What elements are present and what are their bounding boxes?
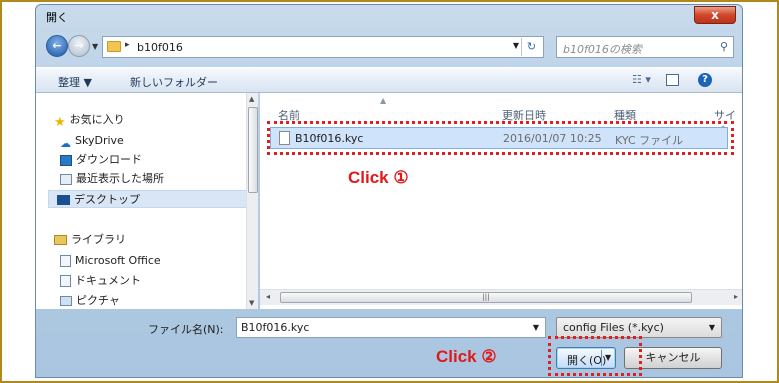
close-button[interactable]: x — [694, 6, 736, 24]
sidebar-item-label: ドキュメント — [75, 274, 141, 287]
sidebar-item-label: 最近表示した場所 — [76, 172, 164, 185]
file-type-value: config Files (*.kyc) — [563, 321, 664, 334]
navigation-pane: ★ お気に入り ☁ SkyDrive ダウンロード 最近表示した場所 デスクトップ … — [36, 93, 258, 309]
search-input[interactable]: b10f016の検索 ⚲ — [556, 36, 734, 58]
scroll-left-icon[interactable]: ◂ — [266, 292, 270, 301]
window-title: 開く — [46, 11, 68, 24]
documents-icon — [60, 275, 71, 287]
horizontal-scrollbar[interactable]: ◂ ||| ▸ — [260, 289, 742, 305]
address-dropdown-icon[interactable]: ▼ — [513, 41, 519, 50]
sidebar-item-desktop[interactable]: デスクトップ — [48, 190, 258, 208]
sidebar-item-documents[interactable]: ドキュメント — [60, 272, 258, 290]
search-icon[interactable]: ⚲ — [720, 40, 728, 53]
forward-button[interactable]: → — [68, 35, 90, 57]
back-button[interactable]: ← — [46, 35, 68, 57]
highlight-box-open — [548, 336, 642, 376]
scroll-up-icon[interactable]: ▲ — [249, 95, 254, 103]
star-icon: ★ — [54, 115, 66, 130]
change-view-button[interactable]: ☷ ▾ — [632, 73, 651, 86]
recent-places-icon — [60, 173, 72, 185]
help-button[interactable]: ? — [698, 73, 712, 87]
sidebar-item-label: SkyDrive — [75, 134, 124, 147]
file-type-select[interactable]: config Files (*.kyc) ▼ — [556, 317, 722, 338]
preview-pane-icon[interactable] — [666, 74, 679, 86]
scroll-right-icon[interactable]: ▸ — [734, 292, 738, 301]
highlight-box-file — [267, 121, 734, 155]
office-library-icon — [60, 255, 71, 267]
refresh-icon[interactable]: ↻ — [521, 38, 541, 56]
sidebar-item-favorites[interactable]: ★ お気に入り — [54, 111, 254, 130]
filename-label: ファイル名(N): — [148, 323, 224, 336]
sidebar-item-label: お気に入り — [69, 113, 125, 126]
sidebar-item-pictures[interactable]: ピクチャ — [60, 292, 258, 309]
library-icon — [54, 235, 67, 245]
sidebar-item-label: ライブラリ — [71, 233, 126, 246]
filename-field[interactable]: B10f016.kyc ▼ — [236, 317, 546, 338]
pictures-icon — [60, 296, 72, 306]
search-placeholder: b10f016の検索 — [563, 43, 642, 56]
callout-click-2: Click ② — [436, 347, 497, 366]
history-dropdown-icon[interactable]: ▼ — [92, 42, 98, 51]
navigation-scrollbar[interactable]: ▲ ▼ — [246, 93, 258, 309]
sidebar-item-label: ダウンロード — [76, 153, 142, 166]
sidebar-item-libraries[interactable]: ライブラリ — [54, 231, 254, 249]
sidebar-item-downloads[interactable]: ダウンロード — [60, 151, 258, 169]
address-bar[interactable]: ▸ b10f016 ▼ ↻ — [102, 36, 544, 58]
cloud-icon: ☁ — [60, 137, 71, 150]
sidebar-item-label: ピクチャ — [76, 294, 120, 307]
scroll-down-icon[interactable]: ▼ — [249, 299, 254, 307]
folder-icon — [107, 41, 121, 52]
sidebar-item-label: Microsoft Office — [75, 254, 161, 267]
scrollbar-thumb[interactable]: ||| — [280, 292, 692, 303]
new-folder-button[interactable]: 新しいフォルダー — [130, 74, 218, 90]
image-frame: 開く x ← → ▼ ▸ b10f016 ▼ ↻ b10f016の検索 ⚲ 整理… — [0, 0, 779, 383]
title-bar: 開く x — [36, 5, 742, 31]
navigation-bar: ← → ▼ ▸ b10f016 ▼ ↻ b10f016の検索 ⚲ — [36, 31, 742, 61]
breadcrumb[interactable]: b10f016 — [137, 41, 183, 54]
chevron-down-icon[interactable]: ▼ — [533, 323, 539, 332]
sidebar-item-microsoft-office[interactable]: Microsoft Office — [60, 252, 258, 270]
chevron-down-icon[interactable]: ▼ — [709, 323, 715, 332]
download-folder-icon — [60, 154, 72, 166]
scrollbar-thumb[interactable] — [248, 107, 258, 193]
desktop-icon — [57, 195, 70, 205]
organize-button[interactable]: 整理 ▼ — [58, 74, 92, 90]
sidebar-item-skydrive[interactable]: ☁ SkyDrive — [60, 132, 258, 150]
breadcrumb-arrow-icon[interactable]: ▸ — [125, 40, 130, 50]
sort-ascending-icon: ▲ — [380, 96, 387, 105]
sidebar-item-label: デスクトップ — [74, 193, 140, 206]
command-bar: 整理 ▼ 新しいフォルダー ☷ ▾ ? — [36, 67, 742, 93]
callout-click-1: Click ① — [348, 168, 409, 187]
sidebar-item-recent-places[interactable]: 最近表示した場所 — [60, 170, 258, 188]
filename-value: B10f016.kyc — [241, 321, 310, 334]
open-file-dialog: 開く x ← → ▼ ▸ b10f016 ▼ ↻ b10f016の検索 ⚲ 整理… — [35, 4, 743, 378]
